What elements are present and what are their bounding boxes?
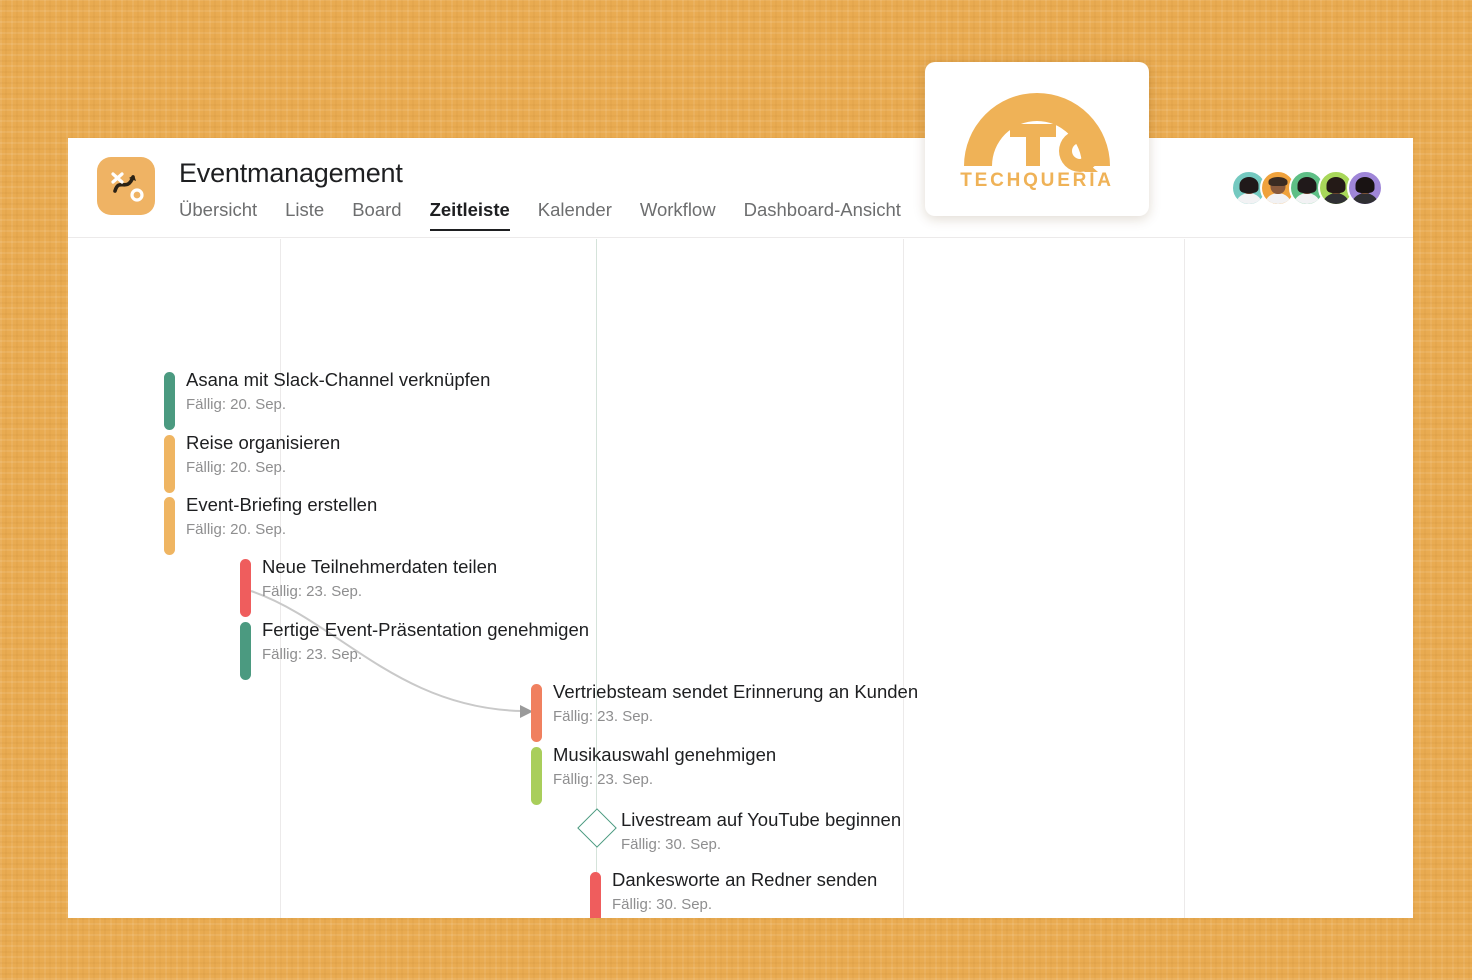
task-row[interactable]: Vertriebsteam sendet Erinnerung an Kunde…: [531, 681, 918, 742]
task-row[interactable]: Reise organisieren Fällig: 20. Sep.: [164, 432, 340, 493]
timeline-gridline: [1184, 239, 1185, 918]
task-due-date: Fällig: 23. Sep.: [553, 771, 654, 788]
milestone-diamond-icon[interactable]: [577, 808, 617, 848]
task-row-milestone[interactable]: Livestream auf YouTube beginnen Fällig: …: [577, 808, 902, 857]
task-name: Neue Teilnehmerdaten teilen: [262, 556, 498, 577]
task-row[interactable]: Asana mit Slack-Channel verknüpfen Fälli…: [164, 369, 490, 430]
task-bar[interactable]: [164, 372, 175, 430]
task-name: Reise organisieren: [186, 432, 341, 453]
techqueria-logo-card: TECHQUERIA: [925, 62, 1149, 216]
tab-liste[interactable]: Liste: [285, 198, 324, 229]
task-name: Fertige Event-Präsentation genehmigen: [262, 619, 590, 640]
task-row[interactable]: Neue Teilnehmerdaten teilen Fällig: 23. …: [240, 556, 497, 617]
task-due-date: Fällig: 30. Sep.: [612, 896, 713, 913]
task-name: Asana mit Slack-Channel verknüpfen: [186, 369, 491, 390]
task-row[interactable]: Event-Briefing erstellen Fällig: 20. Sep…: [164, 494, 377, 555]
task-due-date: Fällig: 23. Sep.: [262, 646, 363, 663]
techqueria-arc-tq-icon: [952, 80, 1122, 177]
task-row[interactable]: Dankesworte an Redner senden Fällig: 30.…: [590, 869, 877, 918]
timeline-workflow-icon: [97, 157, 155, 215]
avatar[interactable]: [1347, 170, 1383, 206]
task-due-date: Fällig: 23. Sep.: [553, 708, 654, 725]
techqueria-wordmark: TECHQUERIA: [960, 170, 1114, 191]
tab-uebersicht[interactable]: Übersicht: [179, 198, 257, 229]
tab-zeitleiste[interactable]: Zeitleiste: [429, 198, 510, 231]
task-name: Dankesworte an Redner senden: [612, 869, 878, 890]
task-due-date: Fällig: 20. Sep.: [186, 396, 287, 413]
task-name: Livestream auf YouTube beginnen: [621, 809, 902, 830]
task-due-date: Fällig: 20. Sep.: [186, 459, 287, 476]
asana-project-window: Eventmanagement Übersicht Liste Board Ze…: [68, 138, 1413, 918]
task-bar[interactable]: [164, 435, 175, 493]
project-view-tabs: Übersicht Liste Board Zeitleiste Kalende…: [179, 198, 901, 231]
task-due-date: Fällig: 30. Sep.: [621, 836, 722, 853]
task-name: Musikauswahl genehmigen: [553, 744, 777, 765]
tab-dashboard-ansicht[interactable]: Dashboard-Ansicht: [744, 198, 901, 229]
timeline-gridline: [903, 239, 904, 918]
task-name: Vertriebsteam sendet Erinnerung an Kunde…: [553, 681, 919, 702]
tab-workflow[interactable]: Workflow: [640, 198, 716, 229]
project-header: Eventmanagement Übersicht Liste Board Ze…: [68, 138, 1413, 238]
task-row[interactable]: Fertige Event-Präsentation genehmigen Fä…: [240, 619, 589, 680]
task-bar[interactable]: [164, 497, 175, 555]
task-due-date: Fällig: 20. Sep.: [186, 521, 287, 538]
timeline-grid[interactable]: Asana mit Slack-Channel verknüpfen Fälli…: [68, 239, 1413, 918]
task-bar[interactable]: [240, 622, 251, 680]
page-title: Eventmanagement: [179, 158, 403, 188]
task-bar[interactable]: [240, 559, 251, 617]
task-bar[interactable]: [531, 747, 542, 805]
project-members-avatars[interactable]: [1231, 170, 1383, 206]
task-due-date: Fällig: 23. Sep.: [262, 583, 363, 600]
task-name: Event-Briefing erstellen: [186, 494, 378, 515]
task-row[interactable]: Musikauswahl genehmigen Fällig: 23. Sep.: [531, 744, 776, 805]
tab-kalender[interactable]: Kalender: [538, 198, 612, 229]
task-bar[interactable]: [531, 684, 542, 742]
task-bar[interactable]: [590, 872, 601, 918]
tab-board[interactable]: Board: [352, 198, 401, 229]
